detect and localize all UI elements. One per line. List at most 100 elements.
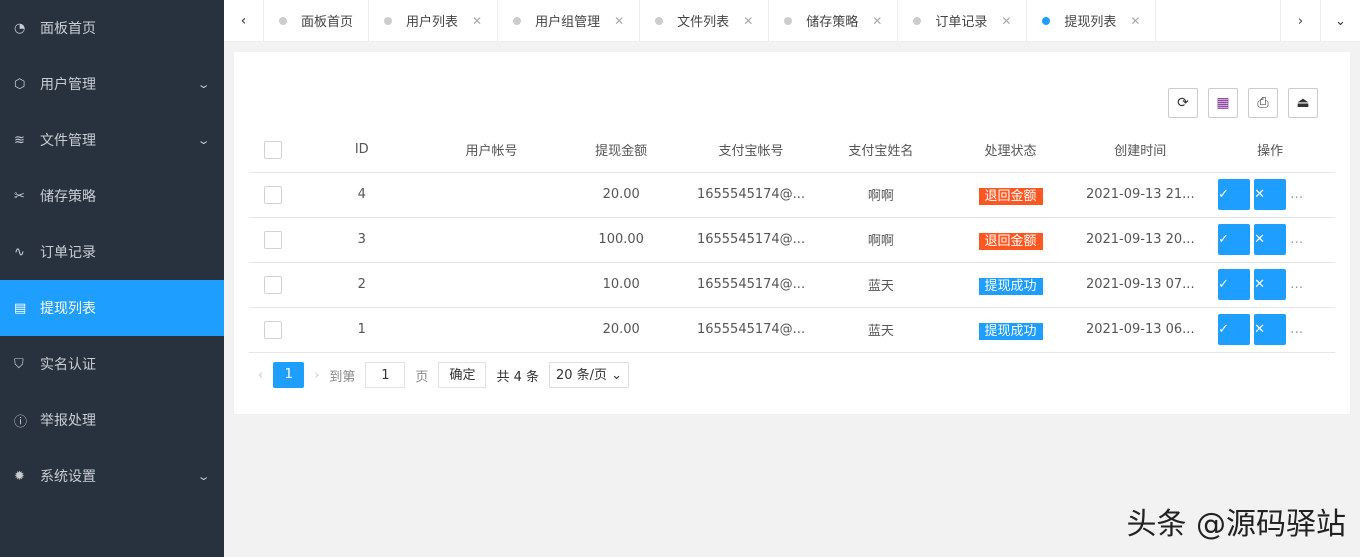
sidebar-item-4[interactable]: ∿ 订单记录 — [0, 224, 224, 280]
name-cell: 蓝天 — [816, 261, 946, 307]
tab-dot — [655, 16, 664, 25]
select-all-checkbox[interactable] — [263, 140, 282, 159]
tab-menu-chevron-icon[interactable]: ⌄ — [1320, 0, 1360, 42]
tab-6[interactable]: 提现列表 ✕ — [1027, 0, 1157, 41]
close-icon[interactable]: ✕ — [1001, 14, 1011, 28]
status-badge: 退回金额 — [978, 233, 1043, 250]
id-cell: 4 — [296, 171, 427, 217]
watermark: 头条 @源码驿站 — [1126, 507, 1346, 542]
more-icon[interactable]: … — [1290, 187, 1303, 202]
sidebar: ◔ 面板首页 ⬡ 用户管理 ⌄ ≋ 文件管理 ⌄ ✂ 储存策略 ∿ 订单记录 ▤ 提现列表 ⛉ 实名认证 ⓘ 举报… — [0, 0, 224, 557]
column-header: 支付宝帐号 — [718, 144, 784, 160]
tab-label: 用户列表 — [406, 15, 459, 30]
close-icon[interactable]: ✕ — [743, 14, 753, 28]
name-cell: 啊啊 — [816, 171, 946, 217]
page-input[interactable]: 1 — [365, 362, 406, 388]
id-cell: 3 — [296, 216, 427, 262]
columns-icon[interactable]: ▦ — [1208, 88, 1238, 118]
user-cell — [426, 261, 557, 307]
name-cell: 啊啊 — [816, 216, 946, 262]
clipboard-icon: ▤ — [14, 300, 27, 316]
tab-bar: ‹ 面板首页 用户列表 ✕ 用户组管理 ✕ 文件列表 ✕ 储存策略 ✕ 订单记录 ✕ 提现列表 ✕ — [224, 0, 1360, 42]
approve-button[interactable]: ✓ — [1218, 269, 1251, 300]
tab-scroll-left[interactable]: ‹ — [224, 0, 264, 41]
sidebar-item-1[interactable]: ⬡ 用户管理 ⌄ — [0, 56, 224, 112]
sidebar-item-label: 储存策略 — [40, 189, 96, 205]
sidebar-item-6[interactable]: ⛉ 实名认证 — [0, 336, 224, 392]
current-page[interactable]: 1 — [273, 362, 305, 388]
close-icon[interactable]: ✕ — [614, 14, 624, 28]
row-checkbox[interactable] — [263, 230, 282, 249]
tab-label: 提现列表 — [1064, 15, 1117, 30]
tab-dot — [913, 16, 922, 25]
table-row: 2 10.00 1655545174@... 蓝天 提现成功 2021-09-1… — [249, 261, 1335, 307]
close-icon[interactable]: ✕ — [872, 14, 882, 28]
approve-button[interactable]: ✓ — [1218, 179, 1251, 210]
sidebar-item-label: 文件管理 — [40, 133, 96, 149]
tab-dot — [384, 16, 393, 25]
export-icon[interactable]: ⏏ — [1288, 88, 1318, 118]
cube-icon: ⬡ — [14, 76, 26, 92]
amount-cell: 20.00 — [556, 306, 687, 353]
page-unit-label: 页 — [415, 369, 429, 385]
approve-button[interactable]: ✓ — [1218, 314, 1251, 345]
page-size-select[interactable]: 20 条/页 ⌄ — [549, 362, 630, 388]
tab-controls: › ⌄ — [1280, 0, 1360, 42]
tab-0[interactable]: 面板首页 — [264, 0, 370, 41]
reject-button[interactable]: ✕ — [1254, 224, 1287, 255]
reject-button[interactable]: ✕ — [1254, 179, 1287, 210]
more-icon[interactable]: … — [1290, 232, 1303, 247]
column-header: 操作 — [1257, 144, 1284, 160]
sidebar-item-0[interactable]: ◔ 面板首页 — [0, 0, 224, 56]
alipay-cell: 1655545174@... — [686, 171, 816, 217]
prev-page[interactable]: ‹ — [258, 368, 263, 383]
tab-label: 用户组管理 — [535, 15, 601, 30]
tab-dot — [1042, 16, 1051, 25]
sidebar-item-5[interactable]: ▤ 提现列表 — [0, 280, 224, 336]
row-checkbox[interactable] — [263, 320, 282, 339]
sidebar-item-label: 提现列表 — [40, 301, 96, 317]
close-icon[interactable]: ✕ — [1130, 14, 1140, 28]
chevron-down-icon: ⌄ — [196, 133, 211, 147]
sidebar-item-7[interactable]: ⓘ 举报处理 — [0, 392, 224, 448]
tab-5[interactable]: 订单记录 ✕ — [898, 0, 1028, 41]
next-page[interactable]: › — [314, 368, 319, 383]
print-icon[interactable]: ⎙ — [1248, 88, 1278, 118]
id-cell: 1 — [296, 306, 427, 353]
more-icon[interactable]: … — [1290, 277, 1303, 292]
refresh-icon[interactable]: ⟳ — [1168, 88, 1198, 118]
tab-3[interactable]: 文件列表 ✕ — [640, 0, 770, 41]
status-badge: 退回金额 — [978, 188, 1043, 205]
close-icon[interactable]: ✕ — [472, 14, 482, 28]
sidebar-item-label: 举报处理 — [40, 413, 96, 429]
tab-1[interactable]: 用户列表 ✕ — [369, 0, 499, 41]
column-header: 提现金额 — [595, 144, 648, 160]
table-row: 4 20.00 1655545174@... 啊啊 退回金额 2021-09-1… — [249, 171, 1335, 217]
tab-2[interactable]: 用户组管理 ✕ — [498, 0, 641, 41]
time-cell: 2021-09-13 20... — [1075, 216, 1206, 262]
status-badge: 提现成功 — [978, 323, 1043, 340]
table-row: 3 100.00 1655545174@... 啊啊 退回金额 2021-09-… — [249, 216, 1335, 262]
approve-button[interactable]: ✓ — [1218, 224, 1251, 255]
row-checkbox[interactable] — [263, 185, 282, 204]
sidebar-item-8[interactable]: ✹ 系统设置 ⌄ — [0, 448, 224, 504]
goto-label: 到第 — [329, 369, 356, 385]
confirm-button[interactable]: 确定 — [438, 362, 487, 388]
sidebar-item-label: 用户管理 — [40, 77, 96, 93]
sidebar-item-2[interactable]: ≋ 文件管理 ⌄ — [0, 112, 224, 168]
tab-dot — [513, 16, 522, 25]
total-count: 共 4 条 — [496, 369, 539, 385]
sidebar-item-label: 系统设置 — [40, 469, 96, 485]
user-cell — [426, 171, 557, 217]
info-icon: ⓘ — [14, 414, 28, 430]
sidebar-item-3[interactable]: ✂ 储存策略 — [0, 168, 224, 224]
tab-scroll-right[interactable]: › — [1280, 0, 1320, 42]
more-icon[interactable]: … — [1290, 322, 1303, 337]
reject-button[interactable]: ✕ — [1254, 314, 1287, 345]
user-cell — [426, 306, 557, 353]
reject-button[interactable]: ✕ — [1254, 269, 1287, 300]
row-checkbox[interactable] — [263, 275, 282, 294]
sidebar-item-label: 实名认证 — [40, 357, 96, 373]
tab-4[interactable]: 储存策略 ✕ — [769, 0, 899, 41]
sidebar-item-label: 订单记录 — [40, 245, 96, 261]
